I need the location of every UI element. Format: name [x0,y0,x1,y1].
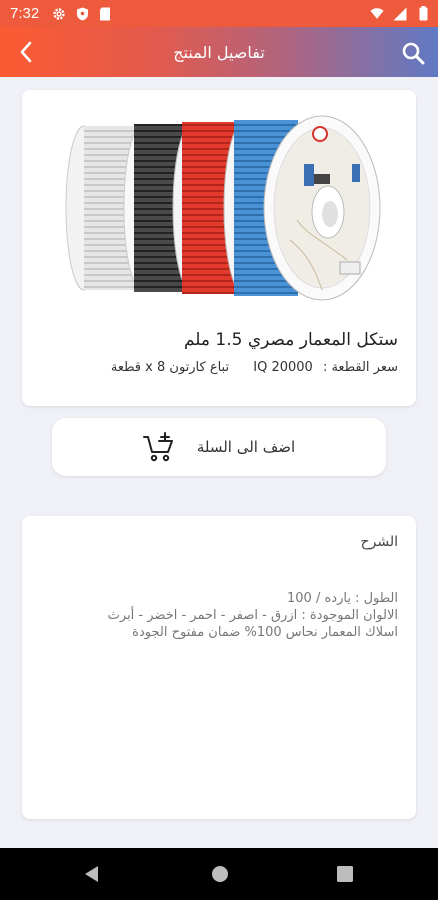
product-meta: سعر القطعة : IQ 20000 تباع كارتون x 8 قط… [28,360,398,375]
description-line: الالوان الموجودة : ازرق - اصفر - احمر - … [107,608,398,623]
status-left: 7:32 [10,5,112,22]
search-icon [402,42,425,65]
sd-card-icon [98,7,112,21]
description-title: الشرح [360,534,398,550]
description-line: الطول : يارده / 100 [287,591,398,606]
page-title: تفاصيل المنتج [173,42,265,62]
gear-icon [52,7,66,21]
wifi-icon [370,7,384,21]
price-label: سعر القطعة : [322,360,398,375]
nav-home-icon[interactable] [210,864,230,884]
chevron-left-icon [20,41,32,63]
description-body: الطول : يارده / 100 الالوان الموجودة : ا… [28,590,398,641]
product-name: ستكل المعمار مصري 1.5 ملم [183,330,398,350]
description-card: الشرح الطول : يارده / 100 الالوان الموجو… [22,516,416,819]
nav-recents-icon[interactable] [336,865,354,883]
add-to-cart-label: اضف الى السلة [196,438,296,456]
product-card: ستكل المعمار مصري 1.5 ملم سعر القطعة : I… [22,90,416,406]
add-to-cart-button[interactable]: اضف الى السلة [52,418,386,476]
description-line: اسلاك المعمار نحاس 100% ضمان مفتوح الجود… [132,625,398,640]
battery-icon [416,6,430,21]
back-button[interactable] [14,40,38,64]
cable-spools-image [22,90,416,320]
shield-icon [75,7,89,21]
system-nav-bar [0,848,438,900]
add-to-cart-icon [142,432,175,462]
signal-icon [393,7,407,21]
app-bar: تفاصيل المنتج [0,27,438,77]
nav-back-icon[interactable] [82,864,102,884]
search-button[interactable] [400,40,426,66]
status-bar: 7:32 [0,0,438,27]
pack-note: تباع كارتون x 8 قطعة [110,360,230,375]
product-price: IQ 20000 [253,360,313,375]
status-right [370,6,430,21]
status-time: 7:32 [10,5,40,22]
